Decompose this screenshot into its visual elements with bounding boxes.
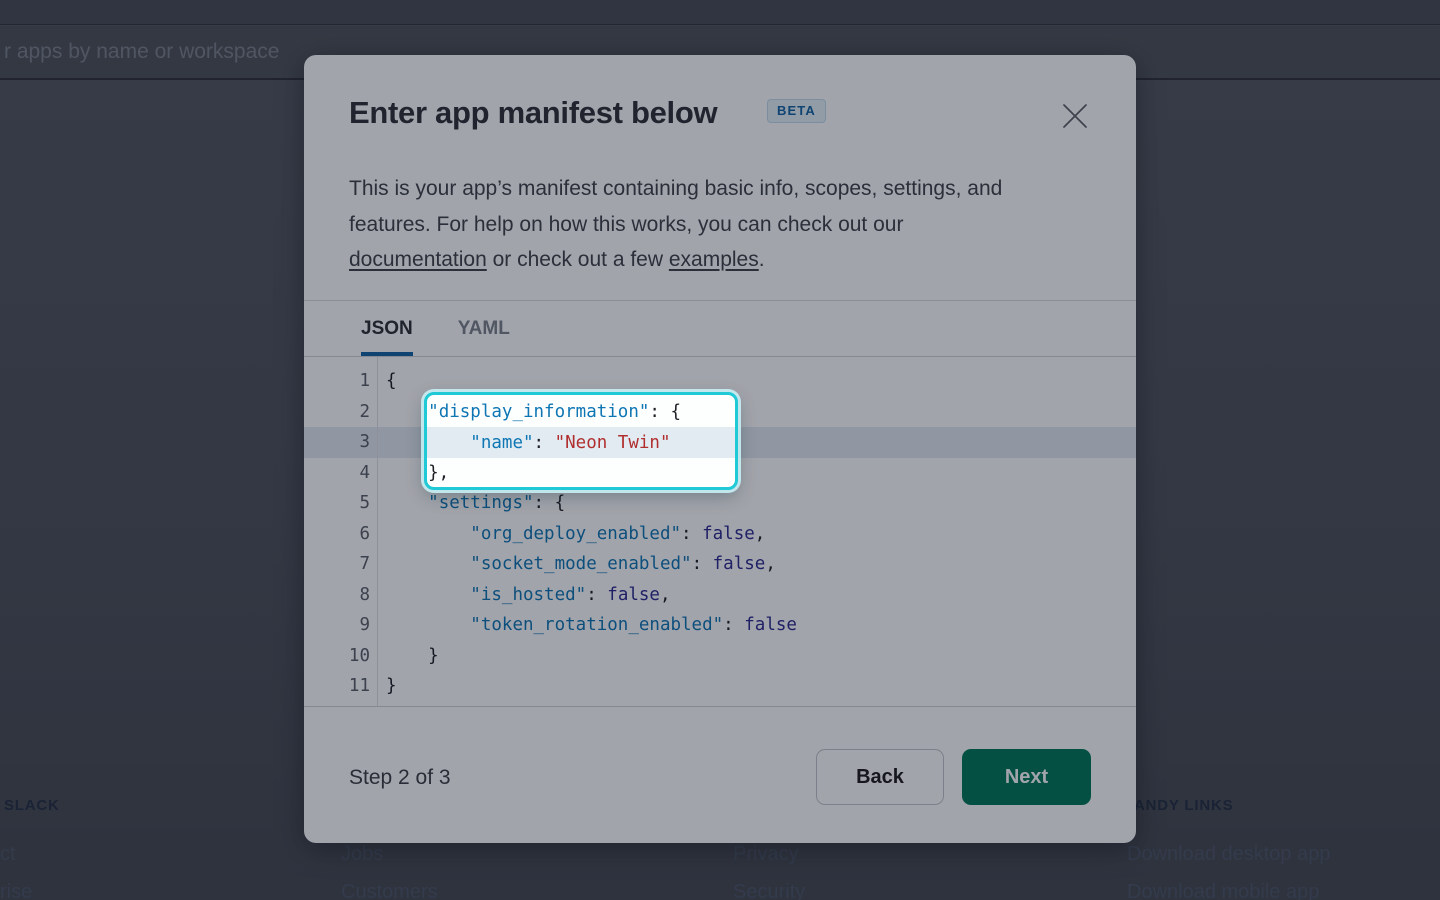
code-line-4[interactable]: }, xyxy=(424,458,681,489)
code-line-2[interactable]: "display_information": { xyxy=(424,397,681,428)
screen: SLACKctriseJobsCustomersPrivacySecurityA… xyxy=(0,0,1440,900)
spotlight-code: "display_information": { "name": "Neon T… xyxy=(424,397,681,489)
code-line-3[interactable]: "name": "Neon Twin" xyxy=(424,428,681,459)
manifest-spotlight-box: "display_information": { "name": "Neon T… xyxy=(424,392,738,490)
